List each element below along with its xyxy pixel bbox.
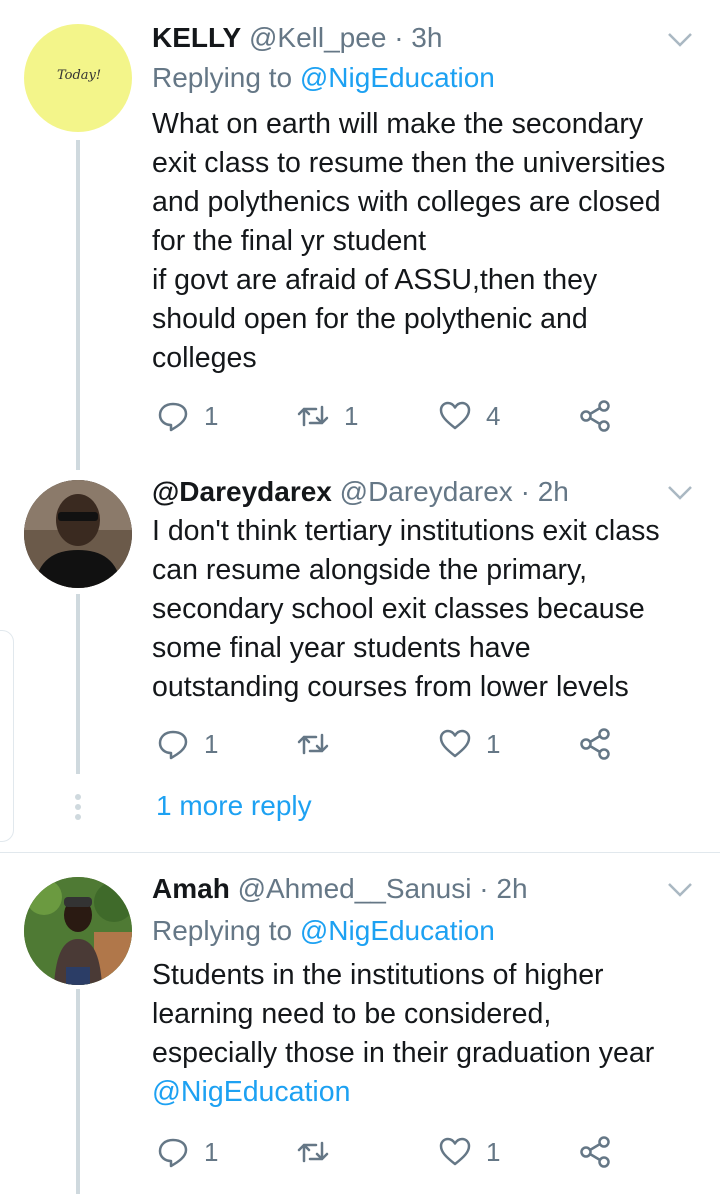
reply-button[interactable]: 1 [156, 1132, 218, 1172]
replying-to-mention[interactable]: @NigEducation [300, 62, 495, 93]
tweet-header: Amah @Ahmed__Sanusi · 2h [152, 873, 528, 905]
like-button[interactable]: 4 [438, 396, 500, 436]
tweet-dareydarex[interactable]: @Dareydarex @Dareydarex · 2h I don't thi… [0, 470, 720, 852]
avatar[interactable]: Today! [24, 24, 132, 132]
like-button[interactable]: 1 [438, 724, 500, 764]
retweet-icon [297, 405, 329, 427]
handle[interactable]: @Kell_pee [249, 22, 386, 53]
timestamp[interactable]: 2h [538, 476, 569, 507]
thread-line [76, 140, 80, 470]
timestamp[interactable]: 2h [496, 873, 527, 904]
tweet-actions: 1 1 [152, 1132, 632, 1172]
timestamp[interactable]: 3h [411, 22, 442, 53]
retweet-button[interactable] [296, 1132, 344, 1172]
retweet-icon [297, 733, 329, 755]
display-name[interactable]: @Dareydarex [152, 476, 332, 507]
avatar-photo [24, 877, 132, 985]
like-icon [439, 729, 471, 758]
chevron-down-icon[interactable] [666, 484, 694, 502]
tweet-actions: 1 1 4 [152, 396, 632, 436]
replying-to-mention[interactable]: @NigEducation [300, 915, 495, 946]
tweet-actions: 1 1 [152, 724, 632, 764]
share-button[interactable] [578, 396, 612, 436]
like-count: 4 [486, 400, 501, 431]
reply-count: 1 [204, 400, 219, 431]
tweet-header: @Dareydarex @Dareydarex · 2h [152, 476, 569, 508]
like-count: 1 [486, 1136, 501, 1167]
tweet-text: I don't think tertiary institutions exit… [152, 515, 660, 703]
reply-button[interactable]: 1 [156, 724, 218, 764]
avatar-photo [24, 480, 132, 588]
handle[interactable]: @Dareydarex [340, 476, 513, 507]
like-button[interactable]: 1 [438, 1132, 500, 1172]
avatar-text: Today! [57, 68, 102, 83]
reply-icon [158, 730, 188, 760]
tweet-text: Students in the institutions of higher l… [152, 959, 655, 1069]
replying-prefix: Replying to [152, 915, 293, 946]
reply-icon [158, 1138, 188, 1168]
like-icon [439, 401, 471, 430]
chevron-down-icon[interactable] [666, 881, 694, 899]
share-button[interactable] [578, 1132, 612, 1172]
thread-line [76, 594, 80, 774]
more-replies-dots [74, 794, 82, 824]
tweet-amah[interactable]: Amah @Ahmed__Sanusi · 2h Replying to @Ni… [0, 853, 720, 1194]
share-button[interactable] [578, 724, 612, 764]
retweet-count: 1 [344, 400, 359, 431]
tweet-text: What on earth will make the secondary ex… [152, 108, 666, 374]
display-name[interactable]: Amah [152, 873, 230, 904]
retweet-icon [297, 1141, 329, 1163]
like-count: 1 [486, 728, 501, 759]
thread-line [76, 989, 80, 1194]
separator: · [479, 873, 489, 904]
replying-to: Replying to @NigEducation [152, 62, 495, 94]
display-name[interactable]: KELLY [152, 22, 241, 53]
avatar[interactable] [24, 480, 132, 588]
like-icon [439, 1137, 471, 1166]
share-icon [580, 1136, 610, 1168]
retweet-button[interactable] [296, 724, 344, 764]
reply-icon [158, 402, 188, 432]
tweet-header: KELLY @Kell_pee · 3h [152, 22, 442, 54]
replying-prefix: Replying to [152, 62, 293, 93]
handle[interactable]: @Ahmed__Sanusi [238, 873, 472, 904]
tweet-mention[interactable]: @NigEducation [152, 1073, 712, 1112]
tweet-kelly[interactable]: Today! KELLY @Kell_pee · 3h Replying to … [0, 0, 720, 470]
avatar[interactable] [24, 877, 132, 985]
share-icon [580, 400, 610, 432]
separator: · [394, 22, 404, 53]
separator: · [520, 476, 530, 507]
share-icon [580, 728, 610, 760]
reply-count: 1 [204, 728, 219, 759]
retweet-button[interactable]: 1 [296, 396, 358, 436]
reply-button[interactable]: 1 [156, 396, 218, 436]
chevron-down-icon[interactable] [666, 31, 694, 49]
replying-to: Replying to @NigEducation [152, 915, 495, 947]
reply-count: 1 [204, 1136, 219, 1167]
more-reply-link[interactable]: 1 more reply [156, 790, 312, 822]
